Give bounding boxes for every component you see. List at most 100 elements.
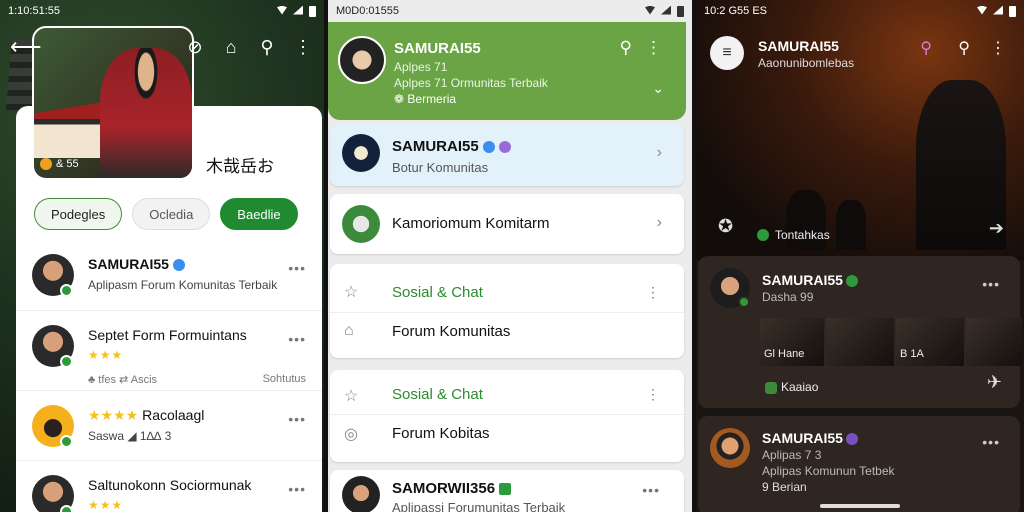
more-vert-icon[interactable]: ⋮ (292, 37, 314, 58)
list-item-meta: ♣ tfes ⇄ Ascis (88, 374, 158, 386)
star-icon[interactable]: ✪ (718, 216, 733, 237)
search-icon[interactable]: ⚲ (920, 38, 932, 58)
battery-icon (1009, 5, 1016, 17)
list-item-subtitle: Aplipassi Forumunitas Terbaik (392, 500, 566, 512)
chevron-right-icon[interactable]: › (657, 214, 662, 232)
post-card[interactable]: SAMURAI55 Aplipas 7 3 Aplipas Komunun Te… (698, 416, 1020, 512)
post-card[interactable]: SAMURAI55 Dasha 99 ••• Gl Hane B 1A Kaai… (698, 256, 1022, 408)
more-horiz-icon[interactable]: ••• (288, 260, 306, 276)
list-item[interactable]: Saltunokonn Sociormunak ★★★ ••• (16, 460, 322, 512)
list-item-title: Septet Form Formuintans (88, 327, 247, 343)
category-subtitle: Forum Komunitas (392, 323, 511, 340)
hero-badge-text: & 55 (56, 158, 79, 170)
more-horiz-icon[interactable]: ••• (642, 482, 660, 498)
list-item[interactable]: ★★★★ Racolaagl Saswa ◢ 1∆∆ 3 ••• (16, 390, 322, 460)
more-horiz-icon[interactable]: ••• (288, 481, 306, 497)
more-vert-icon[interactable]: ⋮ (645, 38, 662, 58)
forum-icon (342, 205, 380, 243)
list-item-subtitle: Aplipasm Forum Komunitas Terbaik (88, 278, 278, 292)
header-line-3: ❁ Bermeria (394, 92, 457, 106)
profile-header[interactable]: SAMURAI55 Aplpes 71 Aplpes 71 Ormunitas … (328, 20, 686, 120)
header-line-1: Aplpes 71 (394, 60, 448, 74)
signal-icon (293, 5, 303, 15)
temple-image (34, 102, 104, 158)
category-subtitle: Forum Kobitas (392, 425, 490, 442)
home-icon[interactable]: ⌂ (220, 37, 242, 58)
media-thumbnail[interactable] (966, 318, 1022, 366)
header-title: SAMURAI55 (394, 40, 481, 57)
screen-dark: 10:2 G55 ES ≡ SAMURAI55 Aaonunibomlebas … (696, 0, 1024, 512)
pin-icon[interactable]: ✈ (987, 372, 1002, 393)
more-vert-icon[interactable]: ⋮ (990, 38, 1006, 58)
list-item[interactable]: Kamoriomum Komitarm › (330, 194, 684, 254)
list-item-title: SAMURAI55 (392, 138, 479, 155)
post-subtitle: Dasha 99 (762, 290, 814, 304)
wifi-icon (977, 5, 987, 15)
signal-icon (993, 5, 1003, 15)
category-title: Sosial & Chat (392, 386, 483, 403)
post-line-2: Aplipas Komunun Tetbek (762, 464, 895, 478)
list-item[interactable]: SAMURAI55 Botur Komunitas › (330, 124, 684, 186)
no-video-icon[interactable]: ⊘ (184, 37, 206, 58)
online-dot (738, 296, 750, 308)
home-indicator[interactable] (820, 504, 900, 508)
toolbar: ⟵ ⊘ ⌂ ⚲ ⋮ (0, 32, 324, 62)
chevron-right-icon[interactable]: ➔ (989, 218, 1004, 239)
section-label: Tontahkas (754, 228, 830, 242)
more-vert-icon[interactable]: ⋮ (646, 284, 660, 301)
category-card[interactable]: ☆ Sosial & Chat ⋮ ◎ Forum Kobitas (330, 370, 684, 462)
header-line-2: Aplpes 71 Ormunitas Terbaik (394, 76, 548, 90)
avatar (338, 36, 386, 84)
thumbnail-label: Gl Hane (764, 348, 805, 360)
media-thumbnail[interactable]: B 1A (896, 318, 964, 366)
chip-ocledia[interactable]: Ocledia (132, 198, 211, 230)
search-icon[interactable]: ⚲ (958, 38, 970, 58)
online-dot (60, 505, 73, 512)
rating-stars: ★★★ (88, 348, 124, 362)
premium-icon (498, 141, 511, 154)
background-image (696, 0, 1024, 260)
kanji-title: 木哉岳お (206, 157, 274, 177)
more-horiz-icon[interactable]: ••• (288, 331, 306, 347)
chevron-down-icon[interactable]: ⌄ (652, 80, 664, 97)
filter-chips: Podegles Ocledia Baedlie (34, 198, 298, 230)
status-time: M0D0:01555 (336, 5, 399, 17)
more-horiz-icon[interactable]: ••• (288, 411, 306, 427)
list-item[interactable]: SAMURAI55 Aplipasm Forum Komunitas Terba… (16, 240, 322, 310)
chip-baedlie[interactable]: Baedlie (220, 198, 298, 230)
coin-icon (40, 158, 52, 170)
more-horiz-icon[interactable]: ••• (982, 276, 1000, 292)
wifi-icon (277, 5, 287, 15)
chevron-right-icon[interactable]: › (657, 144, 662, 162)
status-bar: 1:10:51:55 (0, 0, 324, 22)
post-tag: Kaaiao (762, 380, 818, 394)
section-label-text: Tontahkas (775, 228, 830, 242)
screen-profile: 1:10:51:55 ⟵ ⊘ ⌂ ⚲ ⋮ & 55 木哉岳お Podegles … (0, 0, 324, 512)
post-tag-text: Kaaiao (781, 380, 819, 394)
chip-podegles[interactable]: Podegles (34, 198, 123, 230)
dot-icon (757, 229, 769, 241)
search-icon[interactable]: ⚲ (256, 37, 278, 58)
menu-icon[interactable]: ≡ (710, 36, 744, 70)
rating-stars: ★★★ (88, 498, 124, 512)
list-item[interactable]: SAMORWII356 Aplipassi Forumunitas Terbai… (330, 470, 684, 512)
more-vert-icon[interactable]: ⋮ (646, 386, 660, 403)
list-item-title: Racolaagl (142, 407, 205, 423)
star-icon: ☆ (344, 284, 359, 301)
battery-icon (677, 5, 684, 17)
media-thumbnail[interactable] (826, 318, 894, 366)
list-item[interactable]: Septet Form Formuintans ★★★ ♣ tfes ⇄ Asc… (16, 310, 322, 386)
post-title: SAMURAI55 (762, 430, 843, 446)
premium-icon (845, 433, 858, 446)
camera-icon: ◎ (344, 426, 358, 443)
battery-icon (309, 5, 316, 17)
back-icon[interactable]: ⟵ (10, 34, 42, 60)
list-item-subtitle: Botur Komunitas (392, 160, 489, 175)
online-dot (60, 284, 73, 297)
search-icon[interactable]: ⚲ (620, 38, 632, 58)
status-bar: 10:2 G55 ES (696, 0, 1024, 22)
category-card[interactable]: ☆ Sosial & Chat ⋮ ⌂ Forum Komunitas (330, 264, 684, 358)
post-title: SAMURAI55 (762, 272, 843, 288)
more-horiz-icon[interactable]: ••• (982, 434, 1000, 450)
media-thumbnail[interactable]: Gl Hane (760, 318, 824, 366)
